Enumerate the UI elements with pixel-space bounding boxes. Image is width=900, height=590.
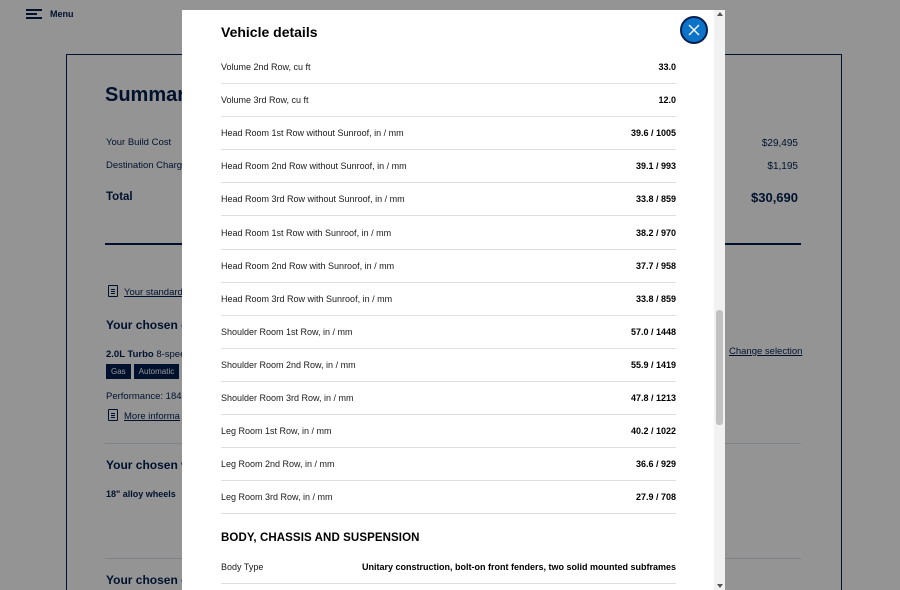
spec-value: 38.2 / 970 xyxy=(635,227,676,238)
vehicle-details-modal: Vehicle details Volume 2nd Row, cu ft 33.… xyxy=(182,10,725,590)
spec-label: Volume 2nd Row, cu ft xyxy=(221,62,311,73)
modal-scrollbar[interactable] xyxy=(714,10,725,590)
spec-row: Head Room 2nd Row with Sunroof, in / mm 3… xyxy=(221,250,676,283)
spec-value: 55.9 / 1419 xyxy=(630,359,676,370)
spec-label: Head Room 3rd Row without Sunroof, in / … xyxy=(221,194,405,205)
spec-row: Head Room 3rd Row with Sunroof, in / mm 3… xyxy=(221,283,676,316)
close-icon xyxy=(688,24,700,36)
spec-label: Shoulder Room 1st Row, in / mm xyxy=(221,326,353,337)
spec-label: Shoulder Room 2nd Row, in / mm xyxy=(221,359,356,370)
spec-value: 39.1 / 993 xyxy=(635,161,676,172)
spec-row: Head Room 1st Row with Sunroof, in / mm 3… xyxy=(221,216,676,250)
spec-label: Head Room 2nd Row with Sunroof, in / mm xyxy=(221,260,395,271)
spec-row: Head Room 2nd Row without Sunroof, in / … xyxy=(221,150,676,184)
spec-value: Unitary construction, bolt-on front fend… xyxy=(361,562,676,572)
spec-value: 33.8 / 859 xyxy=(635,194,676,205)
scroll-up-arrow-icon[interactable] xyxy=(717,12,723,16)
spec-value: 12.0 xyxy=(658,95,676,106)
spec-label: Head Room 1st Row without Sunroof, in / … xyxy=(221,128,404,139)
close-button[interactable] xyxy=(680,16,708,44)
spec-row: Head Room 1st Row without Sunroof, in / … xyxy=(221,117,676,151)
spec-label: Leg Room 1st Row, in / mm xyxy=(221,426,332,437)
spec-value: 33.8 / 859 xyxy=(635,293,676,304)
spec-value: 33.0 xyxy=(658,62,676,73)
spec-row: Leg Room 1st Row, in / mm 40.2 / 1022 xyxy=(221,415,676,449)
spec-row: Volume 3rd Row, cu ft 12.0 xyxy=(221,84,676,118)
spec-value: 37.7 / 958 xyxy=(635,260,676,271)
modal-title: Vehicle details xyxy=(221,24,318,40)
spec-label: Head Room 3rd Row with Sunroof, in / mm xyxy=(221,293,393,304)
scroll-down-arrow-icon[interactable] xyxy=(717,584,723,588)
spec-row: Shoulder Room 1st Row, in / mm 57.0 / 144… xyxy=(221,316,676,349)
spec-value: 47.8 / 1213 xyxy=(630,392,676,403)
spec-row: Leg Room 3rd Row, in / mm 27.9 / 708 xyxy=(221,481,676,515)
spec-row: Volume 2nd Row, cu ft 33.0 xyxy=(221,51,676,85)
spec-label: Head Room 1st Row with Sunroof, in / mm xyxy=(221,227,392,238)
spec-value: 27.9 / 708 xyxy=(635,492,676,503)
spec-value: 39.6 / 1005 xyxy=(630,128,676,139)
spec-label: Leg Room 2nd Row, in / mm xyxy=(221,459,335,470)
spec-row: Shoulder Room 2nd Row, in / mm 55.9 / 141… xyxy=(221,349,676,382)
spec-row: Shoulder Room 3rd Row, in / mm 47.8 / 121… xyxy=(221,382,676,416)
spec-label: Volume 3rd Row, cu ft xyxy=(221,95,309,106)
spec-label: Head Room 2nd Row without Sunroof, in / … xyxy=(221,161,407,172)
scroll-thumb[interactable] xyxy=(716,310,723,425)
spec-label: Body Type xyxy=(221,562,264,572)
spec-list: Volume 2nd Row, cu ft 33.0 Volume 3rd Row,… xyxy=(221,51,676,515)
spec-row: Head Room 3rd Row without Sunroof, in / … xyxy=(221,183,676,217)
spec-label: Leg Room 3rd Row, in / mm xyxy=(221,492,333,503)
section-title: BODY, CHASSIS AND SUSPENSION xyxy=(221,532,420,544)
spec-label: Shoulder Room 3rd Row, in / mm xyxy=(221,392,354,403)
spec-row-body-type: Body Type Unitary construction, bolt-on … xyxy=(221,551,676,584)
spec-value: 57.0 / 1448 xyxy=(630,326,676,337)
spec-value: 40.2 / 1022 xyxy=(630,426,676,437)
spec-row: Leg Room 2nd Row, in / mm 36.6 / 929 xyxy=(221,448,676,482)
spec-value: 36.6 / 929 xyxy=(635,459,676,470)
